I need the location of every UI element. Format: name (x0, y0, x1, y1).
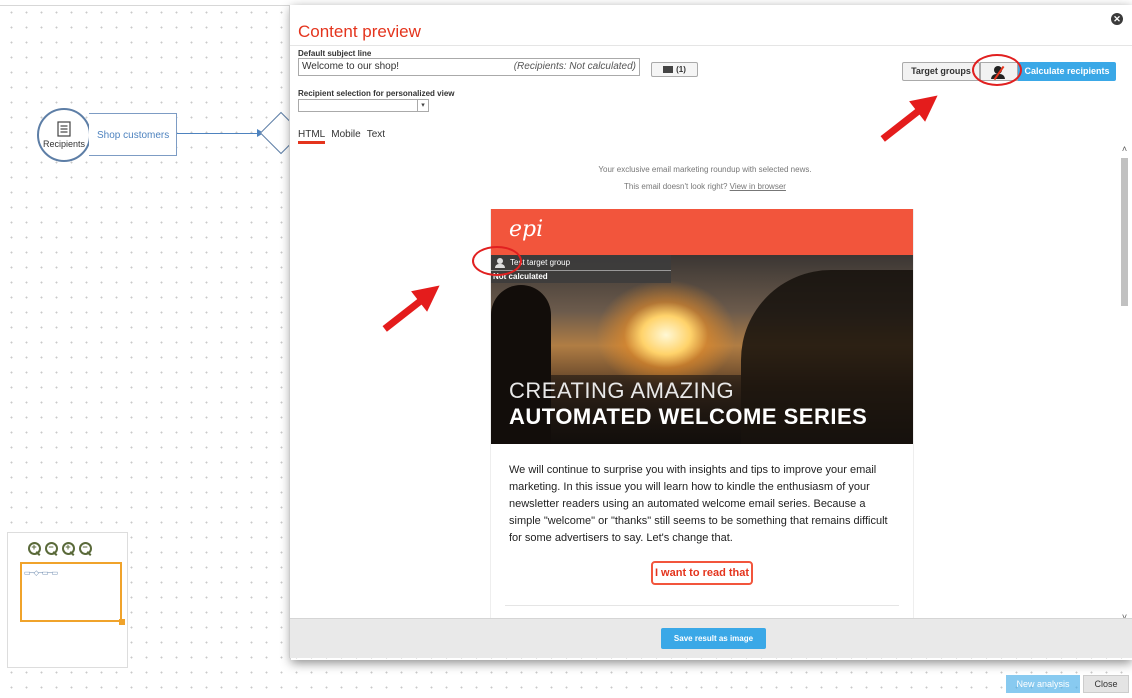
minimap-resize-handle[interactable] (119, 619, 125, 625)
folder-button[interactable]: (1) (651, 62, 698, 77)
email-header: epi (491, 209, 913, 255)
highlight-circle-overlay (472, 246, 522, 276)
hero-headline-line2: AUTOMATED WELCOME SERIES (509, 404, 868, 429)
close-button[interactable]: Close (1083, 675, 1129, 693)
new-analysis-button[interactable]: New analysis (1006, 675, 1080, 693)
zoom-in-icon[interactable]: + (27, 541, 42, 556)
zoom-out-icon[interactable]: − (44, 541, 59, 556)
recipient-selection-dropdown[interactable]: ▾ (298, 99, 429, 112)
dialog-footer: Save result as image (290, 618, 1132, 658)
shop-customers-node[interactable]: Shop customers (89, 113, 177, 156)
dialog-title: Content preview (298, 22, 421, 41)
zoom-controls: + − + − (27, 541, 93, 556)
save-as-image-button[interactable]: Save result as image (661, 628, 766, 649)
hero-headline-line1: CREATING AMAZING (509, 378, 735, 403)
zoom-fit-icon[interactable]: + (61, 541, 76, 556)
highlight-circle-button (972, 54, 1022, 86)
email-body: epi CREATING AMAZING AUTOMATED WELCOME S… (490, 209, 914, 624)
view-prefix: This email doesn't look right? (624, 182, 728, 191)
overlay-status: Not calculated (491, 270, 671, 283)
workflow-connector-arrow (177, 129, 264, 137)
email-divider (505, 605, 899, 606)
minimap-diagram: ▭─◇─▭─▭ (24, 570, 58, 577)
subject-line-value: Welcome to our shop! (302, 61, 400, 72)
chevron-down-icon: ▾ (417, 100, 428, 111)
email-preview-area[interactable]: Your exclusive email marketing roundup w… (290, 142, 1118, 624)
zoom-reset-icon[interactable]: − (78, 541, 93, 556)
subject-line-label: Default subject line (298, 49, 372, 58)
minimap-panel: + − + − ▭─◇─▭─▭ (7, 532, 128, 668)
email-body-text: We will continue to surprise you with in… (509, 464, 888, 544)
preview-scrollbar[interactable]: ˄ ˅ (1119, 144, 1130, 622)
content-preview-dialog: ✕ Content preview Default subject line W… (289, 5, 1132, 658)
recipient-selection-label: Recipient selection for personalized vie… (298, 89, 455, 98)
list-document-icon (57, 121, 71, 137)
view-in-browser-link[interactable]: View in browser (730, 182, 786, 191)
view-in-browser-line: This email doesn't look right? View in b… (290, 182, 1118, 191)
target-groups-button[interactable]: Target groups (902, 62, 980, 81)
subject-line-field[interactable]: Welcome to our shop! (Recipients: Not ca… (298, 58, 640, 76)
folder-icon (663, 66, 674, 73)
recipients-node[interactable]: Recipients (37, 108, 91, 162)
calculate-recipients-button[interactable]: Calculate recipients (1018, 62, 1116, 81)
brand-logo: epi (509, 217, 544, 242)
canvas-top-divider (0, 5, 300, 6)
minimap-viewport[interactable]: ▭─◇─▭─▭ (20, 562, 125, 625)
read-more-button[interactable]: I want to read that (651, 561, 753, 585)
recipients-node-label: Recipients (42, 139, 86, 149)
hero-image: CREATING AMAZING AUTOMATED WELCOME SERIE… (491, 255, 913, 444)
close-icon[interactable]: ✕ (1111, 13, 1123, 25)
title-divider (290, 45, 1132, 46)
folder-count: (1) (676, 65, 686, 74)
subject-recipients-note: (Recipients: Not calculated) (513, 61, 636, 72)
scrollbar-thumb[interactable] (1121, 158, 1128, 306)
preheader-text: Your exclusive email marketing roundup w… (598, 165, 812, 174)
scroll-up-icon[interactable]: ˄ (1119, 144, 1130, 154)
